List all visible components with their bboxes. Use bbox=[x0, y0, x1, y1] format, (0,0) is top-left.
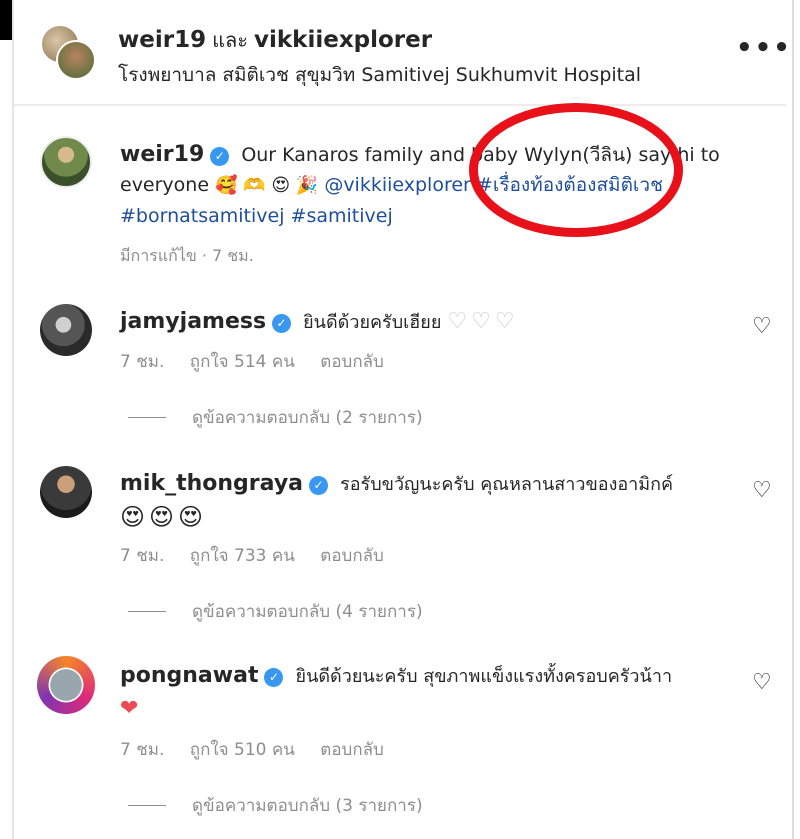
like-heart-icon[interactable]: ♡ bbox=[752, 314, 772, 339]
comment-time: 7 ชม. bbox=[120, 352, 165, 372]
verified-badge-icon: ✓ bbox=[264, 668, 284, 687]
like-heart-icon[interactable]: ♡ bbox=[752, 670, 772, 695]
comment-text: ยินดีด้วยครับเฮียย bbox=[303, 312, 442, 333]
caption-edited-meta: มีการแก้ไข · 7 ชม. bbox=[120, 246, 254, 265]
frame-border-left bbox=[12, 0, 14, 839]
more-options-icon[interactable]: ••• bbox=[736, 35, 792, 61]
comment-avatar-jamyjamess[interactable] bbox=[40, 304, 92, 356]
comment-3: pongnawat ✓ ยินดีด้วยนะครับ สุขภาพแข็งแรง… bbox=[120, 660, 720, 725]
reply-button[interactable]: ตอบกลับ bbox=[320, 546, 384, 566]
view-replies-button[interactable]: ดูข้อความตอบกลับ (4 รายการ) bbox=[128, 598, 423, 625]
header-user-weir19[interactable]: weir19 bbox=[118, 27, 206, 53]
comment-text: รอรับขวัญนะครับ คุณหลานสาวของอามิกค์ bbox=[340, 474, 674, 495]
comment-meta: 7 ชม. ถูกใจ 510 คน ตอบกลับ bbox=[120, 736, 404, 763]
frame-border-right bbox=[792, 0, 794, 839]
comment-likes[interactable]: ถูกใจ 733 คน bbox=[190, 546, 295, 566]
verified-badge-icon: ✓ bbox=[272, 314, 292, 333]
replies-dash bbox=[128, 804, 166, 807]
view-replies-label: ดูข้อความตอบกลับ (2 รายการ) bbox=[192, 408, 423, 428]
caption-username[interactable]: weir19 bbox=[120, 142, 204, 167]
post-header: weir19 และ vikkiiexplorer โรงพยาบาล สมิติเ… bbox=[14, 0, 790, 106]
comment-likes[interactable]: ถูกใจ 510 คน bbox=[190, 740, 295, 760]
collab-avatars[interactable] bbox=[40, 24, 98, 82]
comment-avatar-pongnawat[interactable] bbox=[37, 656, 95, 714]
comment-time: 7 ชม. bbox=[120, 546, 165, 566]
heart-emojis: ♡♡♡ bbox=[447, 309, 519, 334]
replies-dash bbox=[128, 416, 166, 419]
like-heart-icon[interactable]: ♡ bbox=[752, 478, 772, 503]
reply-button[interactable]: ตอบกลับ bbox=[320, 352, 384, 372]
love-eyes-emojis: 😍😍😍 bbox=[120, 503, 208, 531]
view-replies-button[interactable]: ดูข้อความตอบกลับ (3 รายการ) bbox=[128, 792, 423, 819]
comment-username[interactable]: mik_thongraya bbox=[120, 471, 303, 496]
verified-badge-icon: ✓ bbox=[309, 476, 329, 495]
comment-time: 7 ชม. bbox=[120, 740, 165, 760]
comment-avatar-mik-thongraya[interactable] bbox=[40, 466, 92, 518]
corner-mark bbox=[0, 0, 12, 40]
view-replies-label: ดูข้อความตอบกลับ (3 รายการ) bbox=[192, 796, 423, 816]
caption-emojis: 🥰 🫶 😍 🎉 bbox=[215, 175, 319, 196]
location-link[interactable]: โรงพยาบาล สมิติเวช สุขุมวิท Samitivej Su… bbox=[118, 60, 641, 90]
header-connector: และ bbox=[212, 28, 248, 52]
replies-dash bbox=[128, 610, 166, 613]
header-user-vikkiiexplorer[interactable]: vikkiiexplorer bbox=[254, 27, 432, 53]
mention-link[interactable]: @vikkiiexplorer bbox=[324, 174, 471, 196]
comment-meta: 7 ชม. ถูกใจ 514 คน ตอบกลับ bbox=[120, 348, 404, 375]
view-replies-button[interactable]: ดูข้อความตอบกลับ (2 รายการ) bbox=[128, 404, 423, 431]
comment-2: mik_thongraya ✓ รอรับขวัญนะครับ คุณหลานสา… bbox=[120, 468, 720, 535]
comment-meta: 7 ชม. ถูกใจ 733 คน ตอบกลับ bbox=[120, 542, 404, 569]
avatar-vikkiiexplorer bbox=[56, 40, 96, 80]
hashtag-link-2[interactable]: #bornatsamitivej bbox=[120, 205, 285, 227]
red-heart-emoji: ❤ bbox=[120, 696, 139, 721]
verified-badge-icon: ✓ bbox=[210, 147, 230, 166]
comment-1: jamyjamess ✓ ยินดีด้วยครับเฮียย ♡♡♡ bbox=[120, 306, 720, 339]
comment-username[interactable]: pongnawat bbox=[120, 663, 258, 688]
view-replies-label: ดูข้อความตอบกลับ (4 รายการ) bbox=[192, 602, 423, 622]
caption-avatar[interactable] bbox=[40, 136, 92, 188]
reply-button[interactable]: ตอบกลับ bbox=[320, 740, 384, 760]
comment-text: ยินดีด้วยนะครับ สุขภาพแข็งแรงทั้งครอบครั… bbox=[295, 666, 673, 687]
hashtag-link-3[interactable]: #samitivej bbox=[291, 205, 393, 227]
annotation-red-circle bbox=[469, 103, 683, 237]
comment-likes[interactable]: ถูกใจ 514 คน bbox=[190, 352, 295, 372]
comment-username[interactable]: jamyjamess bbox=[120, 309, 266, 334]
header-usernames: weir19 และ vikkiiexplorer bbox=[118, 24, 432, 56]
